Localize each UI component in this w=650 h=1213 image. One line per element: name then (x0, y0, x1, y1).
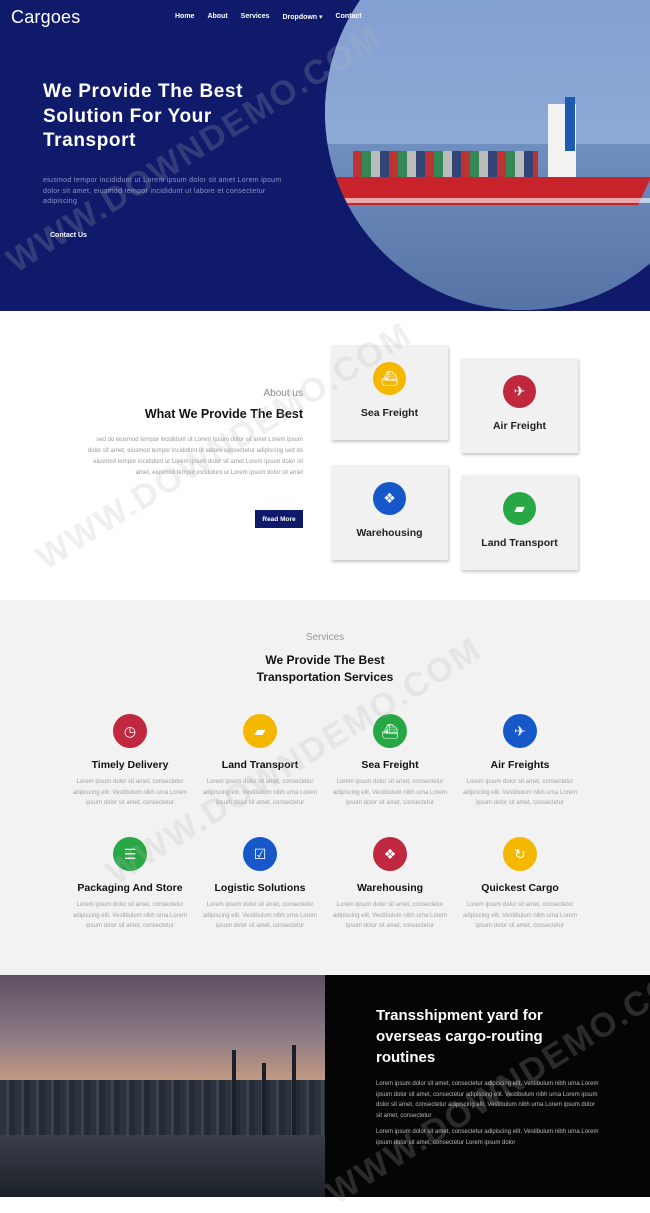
service-name: Logistic Solutions (214, 882, 306, 894)
port-photo (0, 975, 325, 1197)
service-name: Land Transport (221, 759, 299, 771)
service-desc: Lorem ipsum dolor sit amet, consectetur … (202, 779, 318, 806)
truck-icon: ▰ (503, 492, 536, 525)
service-quickest-cargo[interactable]: ↻ Quickest Cargo Lorem ipsum dolor sit a… (459, 837, 581, 932)
database-icon: ☰ (113, 837, 147, 871)
hero-title: We Provide The Best Solution For Your Tr… (43, 81, 244, 151)
nav-contact[interactable]: Contact (336, 13, 362, 21)
clock-icon: ◷ (113, 714, 147, 748)
main-nav: Home About Services Dropdown ▾ Contact (175, 13, 362, 21)
service-name: Warehousing (356, 882, 424, 894)
hero-section: Cargoes Home About Services Dropdown ▾ C… (0, 0, 650, 311)
nav-dropdown[interactable]: Dropdown ▾ (282, 13, 322, 21)
about-title: What We Provide The Best (144, 407, 303, 421)
service-air-freights[interactable]: ✈ Air Freights Lorem ipsum dolor sit ame… (459, 714, 581, 809)
card-air-freight[interactable]: ✈ Air Freight (461, 358, 578, 453)
service-sea-freight[interactable]: ⛴ Sea Freight Lorem ipsum dolor sit amet… (329, 714, 451, 809)
plane-icon: ✈ (503, 375, 536, 408)
about-kicker: About us (263, 388, 303, 399)
services-title: We Provide The Best Transportation Servi… (256, 653, 394, 684)
ship-icon: ⛴ (373, 362, 406, 395)
transshipment-section: Transshipment yard for overseas cargo-ro… (0, 975, 650, 1197)
transshipment-text: Lorem ipsum dolor sit amet, consectetur … (376, 1079, 602, 1148)
contact-us-button[interactable]: Contact Us (43, 228, 94, 243)
card-sea-freight[interactable]: ⛴ Sea Freight (331, 345, 448, 440)
check-square-icon: ☑ (243, 837, 277, 871)
hero-ship-image (325, 0, 650, 310)
service-desc: Lorem ipsum dolor sit amet, consectetur … (462, 902, 578, 929)
transshipment-paragraph-2: Lorem ipsum dolor sit amet, consectetur … (376, 1128, 599, 1146)
transshipment-title: Transshipment yard for overseas cargo-ro… (376, 1007, 543, 1066)
service-desc: Lorem ipsum dolor sit amet, consectetur … (72, 902, 188, 929)
service-name: Quickest Cargo (481, 882, 559, 894)
container-stack (353, 151, 538, 178)
service-warehousing[interactable]: ❖ Warehousing Lorem ipsum dolor sit amet… (329, 837, 451, 932)
service-desc: Lorem ipsum dolor sit amet, consectetur … (332, 779, 448, 806)
service-logistic-solutions[interactable]: ☑ Logistic Solutions Lorem ipsum dolor s… (199, 837, 321, 932)
card-label: Land Transport (481, 537, 558, 549)
service-land-transport[interactable]: ▰ Land Transport Lorem ipsum dolor sit a… (199, 714, 321, 809)
circle-arrow-icon: ↻ (503, 837, 537, 871)
nav-home[interactable]: Home (175, 13, 194, 21)
transshipment-paragraph-1: Lorem ipsum dolor sit amet, consectetur … (376, 1081, 599, 1120)
read-more-button[interactable]: Read More (255, 510, 303, 528)
service-name: Air Freights (490, 759, 550, 771)
card-land-transport[interactable]: ▰ Land Transport (461, 475, 578, 570)
nav-about[interactable]: About (207, 13, 227, 21)
ship-icon: ⛴ (373, 714, 407, 748)
plane-icon: ✈ (503, 714, 537, 748)
card-label: Air Freight (492, 420, 547, 432)
about-section: About us What We Provide The Best sed do… (0, 311, 650, 600)
service-timely-delivery[interactable]: ◷ Timely Delivery Lorem ipsum dolor sit … (69, 714, 191, 809)
service-desc: Lorem ipsum dolor sit amet, consectetur … (462, 779, 578, 806)
services-section: Services We Provide The Best Transportat… (0, 600, 650, 975)
about-text: sed do eiusmod tempor incididunt ut Lore… (87, 437, 303, 476)
nav-services[interactable]: Services (241, 13, 270, 21)
card-warehousing[interactable]: ❖ Warehousing (331, 465, 448, 560)
card-label: Sea Freight (360, 407, 419, 419)
services-kicker: Services (305, 632, 345, 643)
hero-description: eiusmod tempor incididunt ut Lorem ipsum… (43, 177, 282, 205)
service-desc: Lorem ipsum dolor sit amet, consectetur … (332, 902, 448, 929)
boxes-icon: ❖ (373, 837, 407, 871)
service-packaging-and-store[interactable]: ☰ Packaging And Store Lorem ipsum dolor … (69, 837, 191, 932)
service-name: Packaging And Store (77, 882, 183, 894)
service-name: Timely Delivery (91, 759, 169, 771)
boxes-icon: ❖ (373, 482, 406, 515)
service-desc: Lorem ipsum dolor sit amet, consectetur … (72, 779, 188, 806)
service-desc: Lorem ipsum dolor sit amet, consectetur … (202, 902, 318, 929)
card-label: Warehousing (356, 527, 423, 539)
brand-logo[interactable]: Cargoes (11, 7, 80, 28)
service-name: Sea Freight (361, 759, 419, 771)
truck-icon: ▰ (243, 714, 277, 748)
